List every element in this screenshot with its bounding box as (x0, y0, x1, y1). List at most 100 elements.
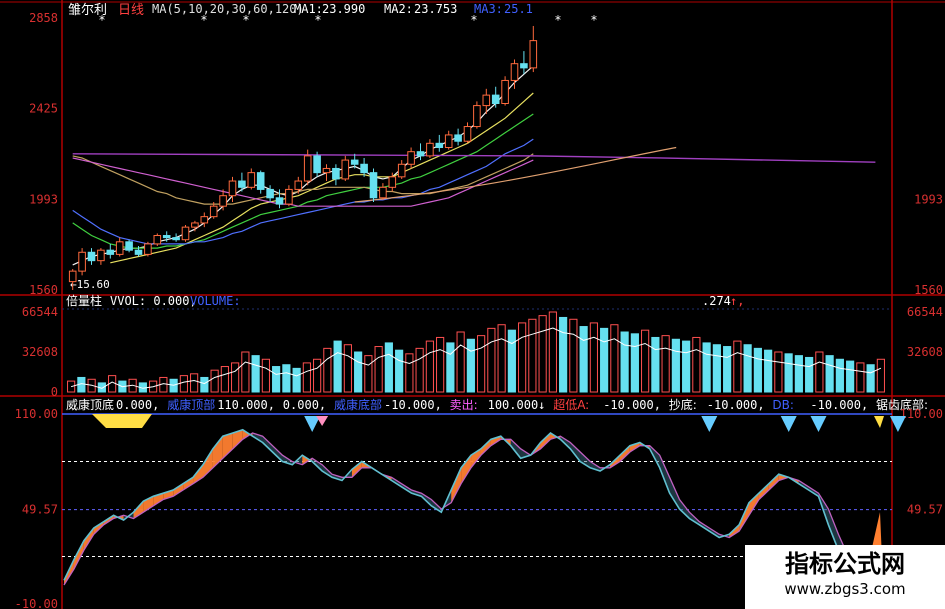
candle-body-32 (369, 172, 378, 199)
indicator-value-4: 100.000↓ (488, 398, 546, 412)
volume-bar-35 (425, 340, 434, 393)
candle-body-20 (256, 172, 265, 190)
period-label: 日线 (118, 3, 144, 18)
volume-bar-24 (313, 358, 322, 393)
indicator-label-4: 卖出: (450, 398, 478, 412)
candle-body-2 (87, 251, 96, 262)
candle-body-30 (350, 159, 359, 165)
volume-bar-26 (333, 340, 342, 393)
volume-tick-right-1: 32608 (907, 345, 943, 359)
volume-bar-60 (682, 340, 691, 393)
signal-star-2: * (242, 13, 249, 27)
indicator-tick-left-0: 110.00 (15, 407, 58, 421)
signal-star-6: * (590, 13, 597, 27)
price-tick-right-2: 1993 (914, 192, 943, 206)
volume-bar-59 (671, 338, 680, 393)
candle-body-10 (162, 235, 171, 239)
candle-body-25 (303, 155, 312, 182)
indicator-tick-right-0: 110.00 (900, 407, 943, 421)
volume-label: VOLUME: (190, 294, 241, 308)
candle-body-24 (294, 180, 303, 190)
volume-tick-right-0: 66544 (907, 305, 943, 319)
volume-bar-47 (548, 311, 557, 393)
volume-bar-62 (702, 342, 711, 393)
ma3-value: 25.1 (504, 2, 533, 16)
volume-bar-39 (466, 338, 475, 393)
candle-body-35 (397, 163, 406, 178)
candle-body-44 (482, 94, 491, 107)
volume-bar-72 (805, 356, 814, 393)
candle-body-38 (426, 142, 434, 157)
stock-chart: 雏尔利 日线 MA(5,10,20,30,60,120) MA1: 23.990… (0, 0, 945, 609)
price-tick-left-0: 2858 (29, 11, 58, 25)
volume-bar-74 (825, 355, 834, 393)
volume-bar-20 (272, 366, 281, 393)
volume-bar-43 (507, 329, 516, 393)
volume-bar-57 (651, 336, 660, 393)
volume-bar-51 (589, 322, 598, 393)
volume-bar-48 (559, 316, 568, 393)
candle-body-41 (454, 134, 462, 142)
volume-bar-40 (477, 335, 486, 393)
volume-bar-42 (497, 324, 506, 393)
candle-body-13 (191, 222, 199, 228)
ma2-value: 23.753 (414, 2, 457, 16)
volume-bar-65 (733, 340, 742, 393)
volume-right-value: .274 (702, 294, 731, 308)
volume-bar-64 (723, 346, 732, 393)
indicator-label-3: 威康底部 (334, 397, 382, 412)
price-tick-left-1: 2425 (29, 102, 58, 116)
candle-body-6 (125, 241, 133, 251)
volume-bar-14 (210, 369, 219, 393)
volume-bar-53 (610, 324, 619, 393)
candle-body-26 (313, 155, 321, 174)
indicator-value-0: 0.000, (116, 398, 159, 412)
volume-indicator-name: 倍量柱 (66, 293, 102, 308)
indicator-tick-left-1: 49.57 (22, 503, 58, 517)
volume-bar-45 (528, 318, 537, 393)
volume-bar-11 (179, 375, 188, 393)
volume-bar-77 (856, 362, 865, 393)
watermark: 指标公式网 www.zbgs3.com (745, 545, 945, 609)
volume-bar-67 (753, 347, 762, 393)
volume-bar-70 (784, 353, 793, 393)
price-tick-right-3: 1560 (914, 283, 943, 297)
volume-bar-54 (620, 331, 629, 393)
candle-body-18 (238, 180, 246, 188)
volume-bar-15 (220, 366, 229, 393)
candle-body-19 (247, 172, 256, 188)
candle-body-8 (144, 243, 152, 255)
volume-bar-68 (764, 349, 773, 393)
candle-body-45 (491, 94, 500, 104)
volume-bar-13 (200, 376, 209, 393)
candle-body-12 (181, 226, 190, 241)
candle-body-33 (379, 186, 387, 199)
volume-bar-27 (343, 344, 352, 393)
volume-bar-23 (302, 362, 311, 393)
volume-bar-58 (661, 335, 670, 393)
volume-tick-left-2: 0 (51, 385, 58, 399)
ma2-label: MA2: (384, 2, 413, 16)
volume-bar-19 (261, 358, 270, 393)
volume-bar-25 (323, 347, 332, 393)
candle-body-17 (228, 180, 237, 197)
indicator-label-6: 抄底: (669, 397, 697, 412)
volume-bar-44 (518, 322, 527, 393)
volume-bar-49 (569, 318, 578, 393)
candle-body-4 (106, 249, 115, 255)
candle-body-0 (68, 270, 77, 283)
candle-body-46 (501, 79, 509, 104)
candle-body-27 (322, 167, 331, 174)
indicator-value-3: -10.000, (384, 398, 442, 412)
candle-body-3 (97, 249, 105, 262)
volume-tick-left-0: 66544 (22, 305, 58, 319)
indicator-label-1: 威康顶部 (167, 397, 215, 412)
candle-body-16 (219, 195, 227, 207)
volume-bar-18 (251, 355, 260, 393)
volume-bar-73 (815, 351, 824, 393)
watermark-url: www.zbgs3.com (784, 580, 906, 598)
volume-tick-left-1: 32608 (22, 345, 58, 359)
volume-bar-36 (436, 336, 445, 393)
volume-bar-17 (241, 351, 250, 393)
candle-body-7 (134, 249, 143, 255)
